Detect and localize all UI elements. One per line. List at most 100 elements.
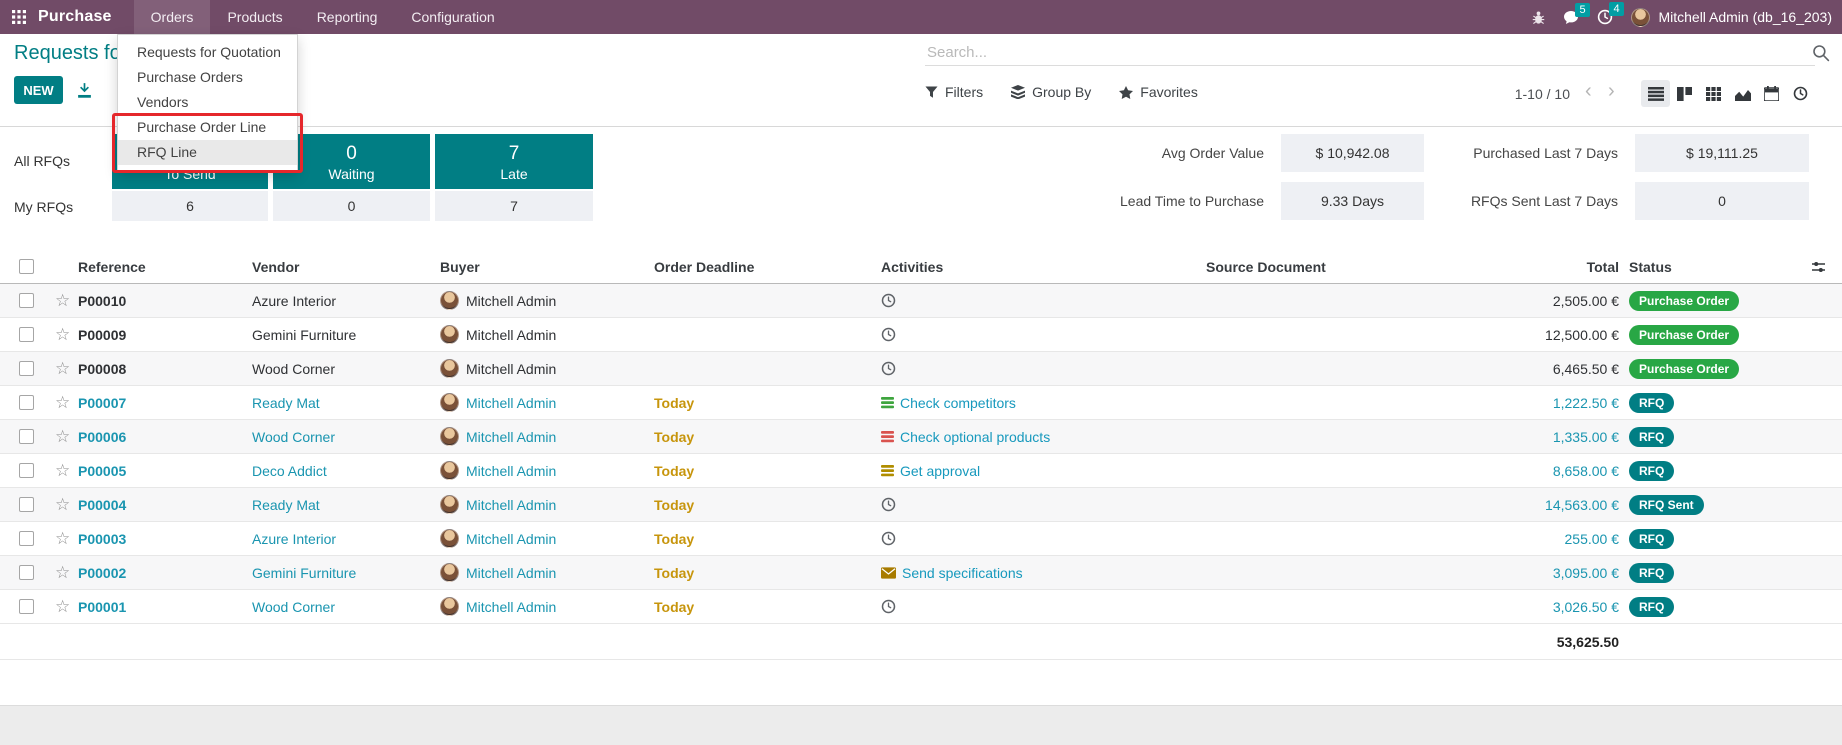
reference-cell[interactable]: P00010 <box>78 293 252 309</box>
row-checkbox[interactable] <box>19 429 34 444</box>
row-checkbox[interactable] <box>19 463 34 478</box>
activities-icon[interactable]: 4 <box>1597 9 1613 25</box>
clock-activity-icon[interactable] <box>881 497 896 512</box>
row-checkbox[interactable] <box>19 361 34 376</box>
row-checkbox[interactable] <box>19 395 34 410</box>
reference-cell[interactable]: P00006 <box>78 429 252 445</box>
apps-icon[interactable] <box>12 10 26 24</box>
column-settings-icon[interactable] <box>1811 260 1842 274</box>
column-header-vendor[interactable]: Vendor <box>252 259 440 275</box>
row-star-icon[interactable]: ☆ <box>55 393 78 413</box>
reference-cell[interactable]: P00005 <box>78 463 252 479</box>
new-button[interactable]: NEW <box>14 76 63 104</box>
nav-menu-products[interactable]: Products <box>210 0 299 34</box>
menu-item-rfq-line[interactable]: RFQ Line <box>118 140 297 165</box>
column-header-buyer[interactable]: Buyer <box>440 259 654 275</box>
row-star-icon[interactable]: ☆ <box>55 461 78 481</box>
activity-cell[interactable] <box>881 293 1206 308</box>
table-row[interactable]: ☆ P00002 Gemini Furniture Mitchell Admin… <box>0 556 1842 590</box>
pager-previous-icon[interactable]: ‹ <box>1585 80 1592 103</box>
envelope-icon[interactable] <box>881 567 896 579</box>
reference-cell[interactable]: P00007 <box>78 395 252 411</box>
reference-cell[interactable]: P00008 <box>78 361 252 377</box>
menu-item-purchase-order-line[interactable]: Purchase Order Line <box>118 115 297 140</box>
activity-view-icon[interactable] <box>1786 80 1815 107</box>
user-menu[interactable]: Mitchell Admin (db_16_203) <box>1631 8 1832 27</box>
list-activity-icon[interactable] <box>881 397 894 409</box>
app-name[interactable]: Purchase <box>38 8 112 26</box>
reference-cell[interactable]: P00003 <box>78 531 252 547</box>
row-checkbox[interactable] <box>19 497 34 512</box>
clock-activity-icon[interactable] <box>881 327 896 342</box>
row-checkbox[interactable] <box>19 293 34 308</box>
table-row[interactable]: ☆ P00006 Wood Corner Mitchell Admin Toda… <box>0 420 1842 454</box>
activity-cell[interactable] <box>881 531 1206 546</box>
kanban-view-icon[interactable] <box>1670 80 1699 107</box>
row-star-icon[interactable]: ☆ <box>55 495 78 515</box>
table-row[interactable]: ☆ P00007 Ready Mat Mitchell Admin Today … <box>0 386 1842 420</box>
favorites-button[interactable]: Favorites <box>1119 84 1198 100</box>
table-row[interactable]: ☆ P00003 Azure Interior Mitchell Admin T… <box>0 522 1842 556</box>
column-header-total[interactable]: Total <box>1490 259 1629 275</box>
list-activity-icon[interactable] <box>881 465 894 477</box>
column-header-status[interactable]: Status <box>1629 259 1811 275</box>
filters-button[interactable]: Filters <box>925 84 983 100</box>
kpi-card-late[interactable]: 7 Late <box>435 134 593 189</box>
reference-cell[interactable]: P00002 <box>78 565 252 581</box>
row-star-icon[interactable]: ☆ <box>55 359 78 379</box>
table-row[interactable]: ☆ P00009 Gemini Furniture Mitchell Admin… <box>0 318 1842 352</box>
column-header-order-deadline[interactable]: Order Deadline <box>654 259 881 275</box>
row-star-icon[interactable]: ☆ <box>55 325 78 345</box>
activity-label[interactable]: Check competitors <box>900 395 1016 411</box>
row-star-icon[interactable]: ☆ <box>55 597 78 617</box>
clock-activity-icon[interactable] <box>881 599 896 614</box>
row-star-icon[interactable]: ☆ <box>55 427 78 447</box>
clock-activity-icon[interactable] <box>881 531 896 546</box>
table-row[interactable]: ☆ P00005 Deco Addict Mitchell Admin Toda… <box>0 454 1842 488</box>
menu-item-purchase-orders[interactable]: Purchase Orders <box>118 65 297 90</box>
menu-item-requests-for-quotation[interactable]: Requests for Quotation <box>118 40 297 65</box>
row-star-icon[interactable]: ☆ <box>55 291 78 311</box>
activity-cell[interactable] <box>881 361 1206 376</box>
pivot-view-icon[interactable] <box>1699 80 1728 107</box>
nav-menu-orders[interactable]: Orders <box>134 0 211 34</box>
row-star-icon[interactable]: ☆ <box>55 563 78 583</box>
menu-item-vendors[interactable]: Vendors <box>118 90 297 115</box>
column-header-activities[interactable]: Activities <box>881 259 1206 275</box>
reference-cell[interactable]: P00009 <box>78 327 252 343</box>
column-header-reference[interactable]: Reference <box>78 259 252 275</box>
table-row[interactable]: ☆ P00008 Wood Corner Mitchell Admin 6,46… <box>0 352 1842 386</box>
clock-activity-icon[interactable] <box>881 293 896 308</box>
activity-cell[interactable] <box>881 599 1206 614</box>
graph-view-icon[interactable] <box>1728 80 1757 107</box>
row-checkbox[interactable] <box>19 327 34 342</box>
group-by-button[interactable]: Group By <box>1011 84 1091 100</box>
clock-activity-icon[interactable] <box>881 361 896 376</box>
activity-cell[interactable]: Send specifications <box>881 565 1206 581</box>
activity-cell[interactable] <box>881 497 1206 512</box>
activity-cell[interactable]: Check optional products <box>881 429 1206 445</box>
messages-icon[interactable]: 5 <box>1563 10 1579 25</box>
nav-menu-reporting[interactable]: Reporting <box>300 0 395 34</box>
activity-cell[interactable] <box>881 327 1206 342</box>
activity-label[interactable]: Send specifications <box>902 565 1023 581</box>
my-rfqs-waiting-value[interactable]: 0 <box>273 191 430 221</box>
row-checkbox[interactable] <box>19 599 34 614</box>
activity-cell[interactable]: Check competitors <box>881 395 1206 411</box>
my-rfqs-to-send-value[interactable]: 6 <box>112 191 268 221</box>
bug-icon[interactable] <box>1532 10 1545 25</box>
activity-label[interactable]: Check optional products <box>900 429 1050 445</box>
list-activity-icon[interactable] <box>881 431 894 443</box>
activity-label[interactable]: Get approval <box>900 463 980 479</box>
nav-menu-configuration[interactable]: Configuration <box>394 0 511 34</box>
reference-cell[interactable]: P00001 <box>78 599 252 615</box>
table-row[interactable]: ☆ P00004 Ready Mat Mitchell Admin Today … <box>0 488 1842 522</box>
my-rfqs-late-value[interactable]: 7 <box>435 191 593 221</box>
reference-cell[interactable]: P00004 <box>78 497 252 513</box>
search-input[interactable] <box>925 40 1815 66</box>
pager-next-icon[interactable]: › <box>1608 80 1615 103</box>
row-checkbox[interactable] <box>19 565 34 580</box>
select-all-checkbox[interactable] <box>19 259 34 274</box>
activity-cell[interactable]: Get approval <box>881 463 1206 479</box>
row-star-icon[interactable]: ☆ <box>55 529 78 549</box>
